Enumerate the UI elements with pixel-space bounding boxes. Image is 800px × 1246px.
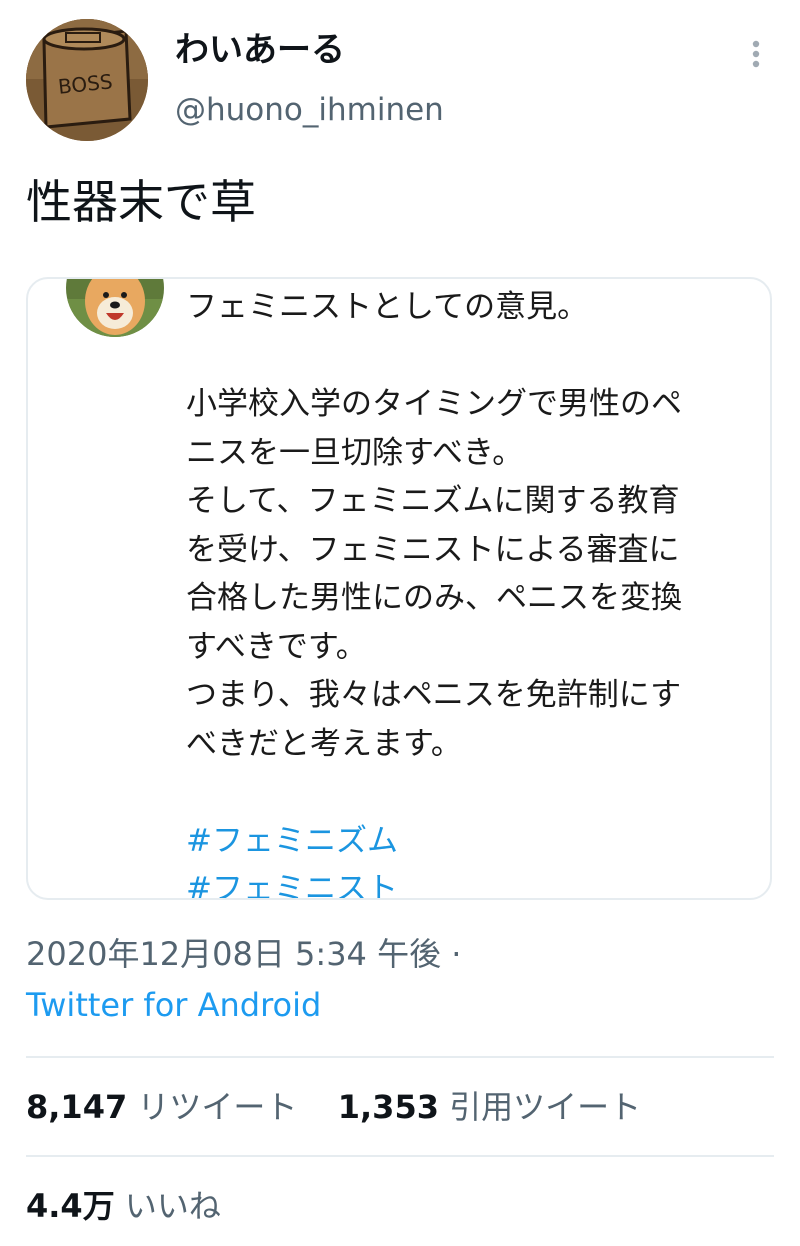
screenshot-text-block: フェミニストとしての意見。 小学校入学のタイミングで男性のペ ニスを一旦切除すべ… bbox=[186, 283, 766, 898]
quotes-label: 引用ツイート bbox=[449, 1088, 642, 1126]
retweets-count: 8,147 bbox=[26, 1088, 128, 1126]
quotes-count: 1,353 bbox=[337, 1088, 439, 1126]
coffee-can-icon: BOSS bbox=[26, 19, 148, 141]
screenshot-line: そして、フェミニズムに関する教育 bbox=[186, 483, 680, 519]
likes-label: いいね bbox=[124, 1187, 221, 1225]
more-options-icon[interactable] bbox=[738, 36, 774, 72]
quote-tweets-stat[interactable]: 1,353 引用ツイート bbox=[338, 1085, 641, 1129]
screenshot-line: 合格した男性にのみ、ペニスを変換 bbox=[186, 580, 682, 616]
screenshot-line: すべきです。 bbox=[186, 628, 367, 665]
author-handle[interactable]: @huono_ihminen bbox=[175, 88, 444, 132]
screenshot-line bbox=[186, 332, 766, 381]
screenshot-line: べきだと考えます。 bbox=[186, 725, 462, 762]
hashtag-feminist[interactable]: #フェミニスト bbox=[186, 865, 766, 898]
hashtag-feminism[interactable]: #フェミニズム bbox=[186, 817, 766, 866]
likes-count: 4.4万 bbox=[26, 1187, 115, 1225]
author-display-name[interactable]: わいあーる bbox=[175, 28, 345, 72]
screenshot-line: ニスを一旦切除すべき。 bbox=[186, 434, 524, 471]
tweet-media-card[interactable]: フェミニストとしての意見。 小学校入学のタイミングで男性のペ ニスを一旦切除すべ… bbox=[26, 277, 772, 900]
engagement-stats: 8,147 リツイート 1,353 引用ツイート bbox=[26, 1085, 641, 1129]
tweet-text: 性器末で草 bbox=[26, 175, 256, 229]
divider bbox=[26, 1155, 774, 1157]
screenshot-line: 小学校入学のタイミングで男性のペ bbox=[186, 386, 682, 422]
divider bbox=[26, 1056, 774, 1058]
tweet-timestamp[interactable]: 2020年12月08日 5:34 午後 · bbox=[26, 932, 461, 976]
dog-avatar-icon bbox=[66, 279, 164, 337]
screenshot-line: フェミニストとしての意見。 bbox=[186, 289, 589, 325]
retweets-stat[interactable]: 8,147 リツイート bbox=[26, 1085, 297, 1129]
screenshot-line: つまり、我々はペニスを免許制にす bbox=[186, 677, 682, 713]
retweets-label: リツイート bbox=[137, 1088, 298, 1126]
screenshot-line: を受け、フェミニストによる審査に bbox=[186, 531, 680, 568]
avatar[interactable]: BOSS bbox=[26, 19, 148, 141]
tweet-source-link[interactable]: Twitter for Android bbox=[26, 983, 321, 1027]
screenshot-line bbox=[186, 768, 766, 817]
likes-stat[interactable]: 4.4万 いいね bbox=[26, 1184, 221, 1228]
